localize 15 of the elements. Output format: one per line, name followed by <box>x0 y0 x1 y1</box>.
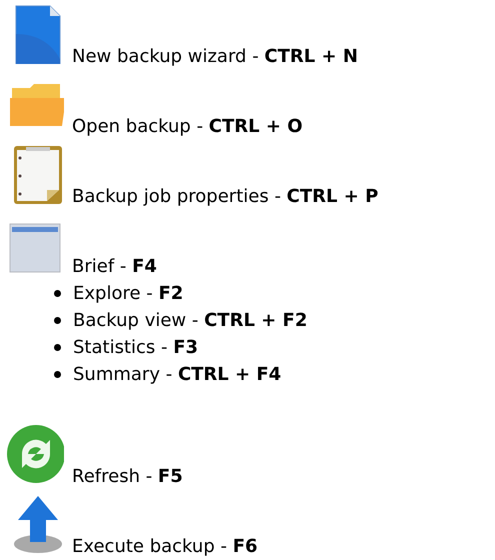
bullet-icon <box>54 344 61 351</box>
shortcut-text: Backup view - CTRL + F2 <box>73 310 308 331</box>
shortcut-text: Brief - F4 <box>72 256 157 278</box>
refresh-icon <box>6 424 64 484</box>
shortcut-text: Backup job properties - CTRL + P <box>72 186 378 208</box>
bullet-icon <box>54 290 61 297</box>
shortcut-text: Summary - CTRL + F4 <box>73 364 282 385</box>
shortcut-text: Explore - F2 <box>73 283 184 304</box>
shortcut-text: Statistics - F3 <box>73 337 198 358</box>
bullet-icon <box>54 371 61 378</box>
shortcut-text: New backup wizard - CTRL + N <box>72 46 358 68</box>
shortcut-text: Open backup - CTRL + O <box>72 116 303 138</box>
shortcut-text: Refresh - F5 <box>72 466 183 488</box>
shortcut-text: Execute backup - F6 <box>72 536 258 558</box>
bullet-icon <box>54 317 61 324</box>
